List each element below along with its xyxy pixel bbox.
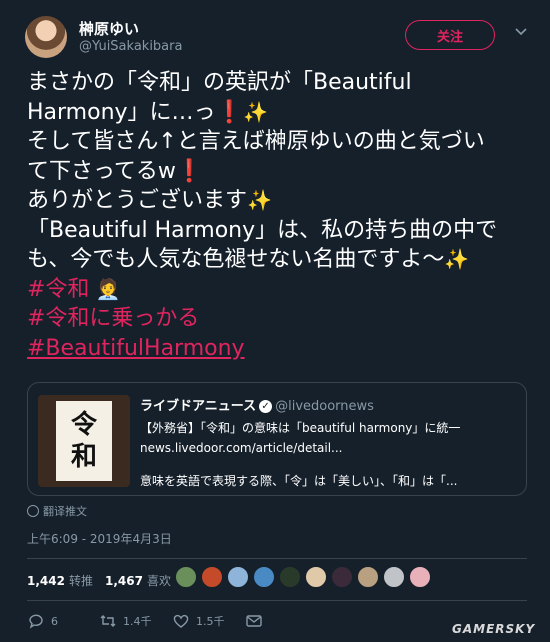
verified-badge-icon: ✓ <box>259 400 273 413</box>
like-label[interactable]: 喜欢 <box>147 572 171 589</box>
exclamation-emoji-icon: ❗ <box>175 158 204 184</box>
liker-avatar[interactable] <box>383 566 405 588</box>
follow-button[interactable]: 关注 <box>405 20 495 50</box>
exclamation-emoji-icon: ❗ <box>215 99 243 125</box>
liker-avatar[interactable] <box>201 566 223 588</box>
retweet-count[interactable]: 1,442 <box>27 574 65 588</box>
card-body: ライブドアニュース ✓ @livedoornews 【外務省】「令和」の意味は「be… <box>140 395 520 489</box>
card-headline: 【外務省】「令和」の意味は「beautiful harmony」に統一 <box>140 421 461 435</box>
reply-button[interactable]: 6 <box>27 612 58 630</box>
message-button[interactable] <box>245 612 263 630</box>
liker-avatar[interactable] <box>279 566 301 588</box>
retweet-label[interactable]: 转推 <box>69 572 93 589</box>
liker-avatars <box>175 566 435 588</box>
liker-avatar[interactable] <box>409 566 431 588</box>
sparkles-emoji-icon: ✨ <box>242 99 268 124</box>
reiwa-emoji-icon: 🧑‍💼 <box>89 276 121 301</box>
card-url: news.livedoor.com/article/detail... <box>140 441 343 455</box>
reply-count: 6 <box>51 614 58 628</box>
tweet-header: 榊原ゆい @YuiSakakibara 关注 <box>25 14 535 58</box>
like-count[interactable]: 1,467 <box>105 574 143 588</box>
timestamp[interactable]: 上午6:09 - 2019年4月3日 <box>27 530 172 547</box>
liker-avatar[interactable] <box>227 566 249 588</box>
liker-avatar[interactable] <box>331 566 353 588</box>
hashtag-link[interactable]: #令和に乗っかる <box>27 306 199 331</box>
envelope-icon <box>246 615 262 627</box>
divider <box>27 558 527 559</box>
card-source: ライブドアニュース ✓ @livedoornews <box>140 399 374 414</box>
tweet-line: まさかの「令和」の英訳が「Beautiful <box>27 70 412 95</box>
tweet-line: ありがとうございます✨ <box>27 188 272 213</box>
card-thumbnail: 令 和 <box>38 395 130 487</box>
tweet-line: Harmony」に…っ❗✨ <box>27 99 268 125</box>
reiwa-calligraphy: 令 和 <box>56 401 112 481</box>
retweet-action-count: 1.4千 <box>123 615 152 628</box>
user-handle[interactable]: @YuiSakakibara <box>79 39 182 54</box>
retweet-button[interactable]: 1.4千 <box>99 612 152 630</box>
tweet-line: #BeautifulHarmony <box>27 334 527 364</box>
like-action-count: 1.5千 <box>196 615 225 628</box>
globe-icon <box>27 505 39 517</box>
watermark: GAMERSKY <box>452 622 536 636</box>
tweet-text: まさかの「令和」の英訳が「Beautiful Harmony」に…っ❗✨ そして… <box>27 68 527 363</box>
retweet-icon <box>100 615 116 627</box>
liker-avatar[interactable] <box>253 566 275 588</box>
liker-avatar[interactable] <box>305 566 327 588</box>
reply-icon <box>29 614 43 629</box>
hashtag-link[interactable]: #BeautifulHarmony <box>27 336 245 361</box>
divider <box>27 600 527 601</box>
sparkles-emoji-icon: ✨ <box>247 188 272 212</box>
tweet-line: そして皆さん↑と言えば榊原ゆいの曲と気づい <box>27 129 485 154</box>
tweet-line: て下さってるw❗ <box>27 158 204 184</box>
liker-avatar[interactable] <box>175 566 197 588</box>
hashtag-link[interactable]: #令和 <box>27 277 89 302</box>
tweet-line: も、今でも人気な色褪せない名曲ですよ〜✨ <box>27 247 470 272</box>
chevron-down-icon[interactable] <box>514 24 528 38</box>
action-bar: 6 1.4千 1.5千 <box>27 612 357 632</box>
user-name[interactable]: 榊原ゆい <box>79 18 139 39</box>
like-button[interactable]: 1.5千 <box>172 612 225 630</box>
liker-avatar[interactable] <box>357 566 379 588</box>
link-card[interactable]: 令 和 ライブドアニュース ✓ @livedoornews 【外務省】「令和」の意味… <box>27 382 527 496</box>
tweet-line: 「Beautiful Harmony」は、私の持ち曲の中で <box>27 217 498 243</box>
heart-icon <box>173 614 189 628</box>
tweet-stats: 1,442 转推 1,467 喜欢 <box>27 572 183 589</box>
tweet-line: #令和 🧑‍💼 <box>27 275 527 305</box>
sparkles-emoji-icon: ✨ <box>444 247 470 271</box>
translate-tweet-link[interactable]: 翻译推文 <box>27 503 87 519</box>
avatar[interactable] <box>25 16 67 58</box>
card-snippet: 意味を英語で表現する際、「令」は「美しい」、「和」は「... <box>140 474 458 488</box>
tweet-line: #令和に乗っかる <box>27 304 527 334</box>
